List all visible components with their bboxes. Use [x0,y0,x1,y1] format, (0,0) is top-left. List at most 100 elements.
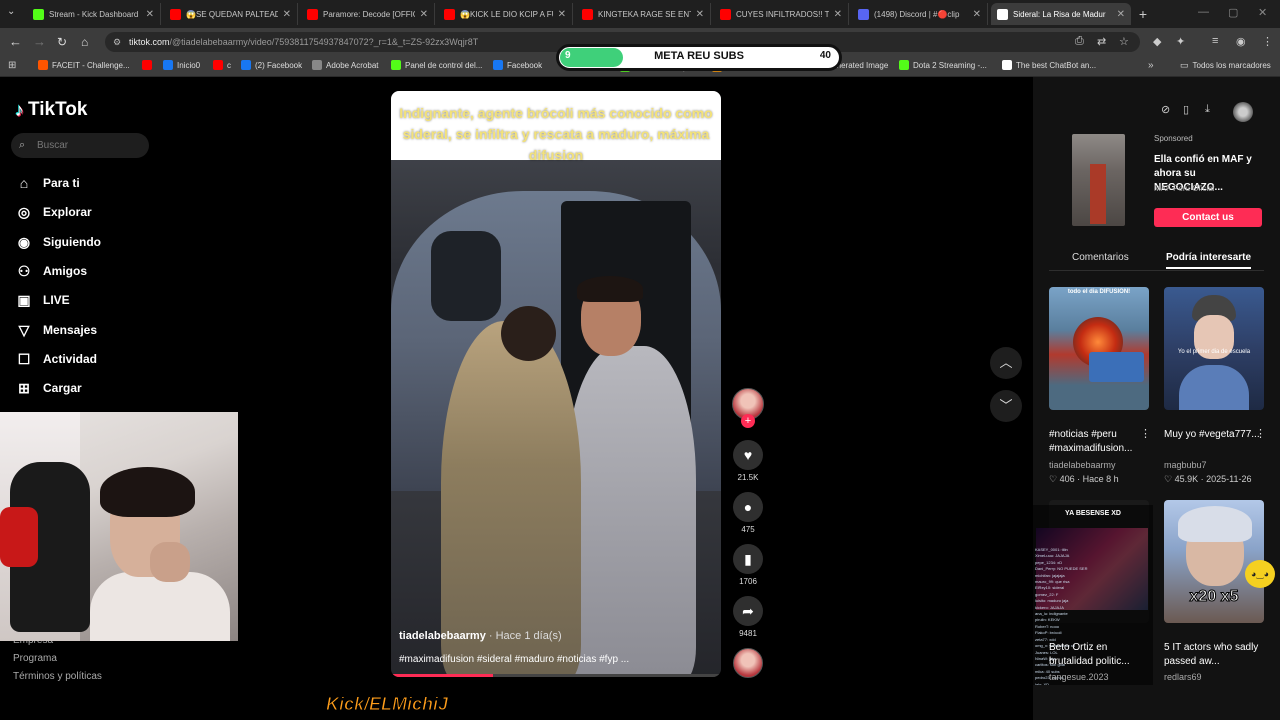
video-player[interactable]: Indignante, agente brócoli más conocido … [391,91,721,677]
tab-close-icon[interactable]: ✕ [973,9,981,20]
search-input[interactable]: ⌕ Buscar [11,133,149,158]
footer-link-3[interactable]: Términos y políticas [13,671,102,682]
nav-item-8[interactable]: ⊞ Cargar [15,378,82,398]
browser-tab-6[interactable]: CUYES INFILTRADOS!! Tik ✕ [714,3,849,25]
card-1-title[interactable]: #noticias #peru #maximadifusion... [1049,428,1149,456]
comment-button[interactable]: ● 475 [731,492,765,534]
tab-podria-interesarte[interactable]: Podría interesarte [1166,252,1252,269]
video-author-line[interactable]: tiadelabebaarmy · Hace 1 día(s) [399,630,562,642]
bookmark-13[interactable]: The best ChatBot an... [1002,60,1096,70]
back-icon[interactable]: ← [9,34,22,50]
nav-item-4[interactable]: ⚇ Amigos [15,261,87,281]
extension-diamond-icon[interactable]: ◆ [1153,35,1161,48]
footer-link-2[interactable]: Programa [13,653,57,664]
maximize-icon[interactable]: ▢ [1228,6,1238,19]
coin-icon[interactable]: ⊘ [1161,103,1170,116]
recommended-video-4[interactable]: x20 x5 [1164,500,1264,623]
card-3-title[interactable]: Beto Ortiz en brutalidad politic... [1049,641,1149,669]
nav-item-6[interactable]: ▽ Mensajes [15,320,97,340]
save-button[interactable]: ▮ 1706 [731,544,765,586]
bookmark-5[interactable]: (2) Facebook [241,60,302,70]
bookmark-3[interactable]: Inicio0 [163,60,200,70]
ad-source[interactable]: MAF Perú Oficial [1154,184,1214,193]
close-window-icon[interactable]: ✕ [1258,6,1267,19]
browser-tab-7[interactable]: (1498) Discord | #🔴clip ✕ [852,3,988,25]
extensions-puzzle-icon[interactable]: ✦ [1176,35,1185,48]
follow-plus-icon[interactable]: + [741,414,755,428]
card-2-author[interactable]: magbubu7 [1164,460,1207,470]
recommended-video-1[interactable]: todo el dia DIFUSION! [1049,287,1149,410]
bookmark-1[interactable]: FACEIT - Challenge... [38,60,130,70]
tiktok-logo[interactable]: ♪ TikTok [15,99,87,121]
card-2-title[interactable]: Muy yo #vegeta777... [1164,428,1264,442]
bookmark-icon[interactable]: ▮ [733,544,763,574]
bookmark-star-icon[interactable]: ☆ [1119,35,1129,48]
creator-avatar[interactable]: + [731,388,765,428]
share-arrow-icon[interactable]: ➦ [733,596,763,626]
tab-close-icon[interactable]: ✕ [834,9,842,20]
comment-icon[interactable]: ● [733,492,763,522]
tab-search-chevron-icon[interactable]: ⌄ [7,6,15,17]
video-progress-bar[interactable] [391,674,721,677]
bookmark-2[interactable] [142,60,156,70]
site-settings-icon[interactable]: ⚙ [113,32,121,52]
user-avatar[interactable] [1233,102,1253,122]
nav-item-7[interactable]: ☐ Actividad [15,349,97,369]
translate-icon[interactable]: ⇄ [1097,35,1106,48]
card-3-author[interactable]: tangesue.2023 [1049,672,1109,682]
bookmark-6[interactable]: Adobe Acrobat [312,60,378,70]
media-controls-icon[interactable]: ≡ [1212,35,1218,47]
browser-tab-2[interactable]: 😱SE QUEDAN PALTEADI ✕ [164,3,298,25]
tab-comentarios[interactable]: Comentarios [1072,252,1129,263]
nav-item-1[interactable]: ⌂ Para ti [15,173,80,193]
bookmark-7[interactable]: Panel de control del... [391,60,482,70]
bookmarks-overflow-icon[interactable]: » [1148,60,1154,71]
browser-menu-icon[interactable]: ⋮ [1262,35,1273,48]
card-1-more-icon[interactable]: ⋮ [1140,427,1151,440]
like-button[interactable]: ♥ 21.5K [731,440,765,482]
device-icon[interactable]: ▯ [1183,103,1189,116]
card-2-more-icon[interactable]: ⋮ [1255,427,1266,440]
browser-tab-3[interactable]: Paramore: Decode [OFFIC ✕ [301,3,435,25]
forward-icon[interactable]: → [33,34,46,50]
all-bookmarks-folder[interactable]: ▭ Todos los marcadores [1180,60,1271,71]
contact-us-button[interactable]: Contact us [1154,208,1262,227]
browser-tab-4[interactable]: 😱KICK LE DIO KCIP A FU ✕ [438,3,573,25]
bookmark-4[interactable]: c [213,60,231,70]
tab-close-icon[interactable]: ✕ [146,9,154,20]
bookmark-12[interactable]: Dota 2 Streaming -... [899,60,987,70]
apps-grid-icon[interactable]: ⊞ [8,60,16,71]
browser-tab-8[interactable]: Sideral: La Risa de Madur ✕ [991,3,1131,25]
new-tab-plus-icon[interactable]: + [1134,5,1152,23]
minimize-icon[interactable]: — [1198,6,1209,18]
tab-close-icon[interactable]: ✕ [558,9,566,20]
tab-close-icon[interactable]: ✕ [696,9,704,20]
download-icon[interactable]: ⤓ [1205,103,1210,116]
video-author[interactable]: tiadelabebaarmy [399,630,486,642]
previous-video-chevron-up-icon[interactable]: ︿ [990,347,1022,379]
home-browser-icon[interactable]: ⌂ [81,34,88,50]
card-4-author[interactable]: redlars69 [1164,672,1202,682]
browser-tab-1[interactable]: Stream - Kick Dashboard ✕ [27,3,161,25]
tab-close-icon[interactable]: ✕ [1117,9,1125,20]
install-app-icon[interactable]: ⎙ [1075,35,1084,48]
sound-disc-icon[interactable] [733,648,763,678]
browser-tab-5[interactable]: KINGTEKA RAGE SE ENTE ✕ [576,3,711,25]
share-button[interactable]: ➦ 9481 [731,596,765,638]
video-hashtags[interactable]: #maximadifusion #sideral #maduro #notici… [399,654,639,665]
reload-icon[interactable]: ↻ [57,34,67,50]
card-4-title[interactable]: 5 IT actors who sadly passed aw... [1164,641,1264,669]
nav-item-3[interactable]: ◉ Siguiendo [15,232,101,252]
nav-item-2[interactable]: ◎ Explorar [15,202,92,222]
recommended-video-2[interactable]: Yo el primer dia de escuela [1164,287,1264,410]
card-1-author[interactable]: tiadelabebaarmy [1049,460,1116,470]
nav-item-5[interactable]: ▣ LIVE [15,290,69,310]
heart-icon[interactable]: ♥ [733,440,763,470]
bookmark-8[interactable]: Facebook [493,60,542,70]
profile-avatar-icon[interactable]: ◉ [1236,35,1246,48]
ad-thumbnail[interactable] [1072,134,1125,226]
sound-avatar[interactable] [731,648,765,678]
tab-close-icon[interactable]: ✕ [420,9,428,20]
tab-close-icon[interactable]: ✕ [283,9,291,20]
next-video-chevron-down-icon[interactable]: ﹀ [990,390,1022,422]
